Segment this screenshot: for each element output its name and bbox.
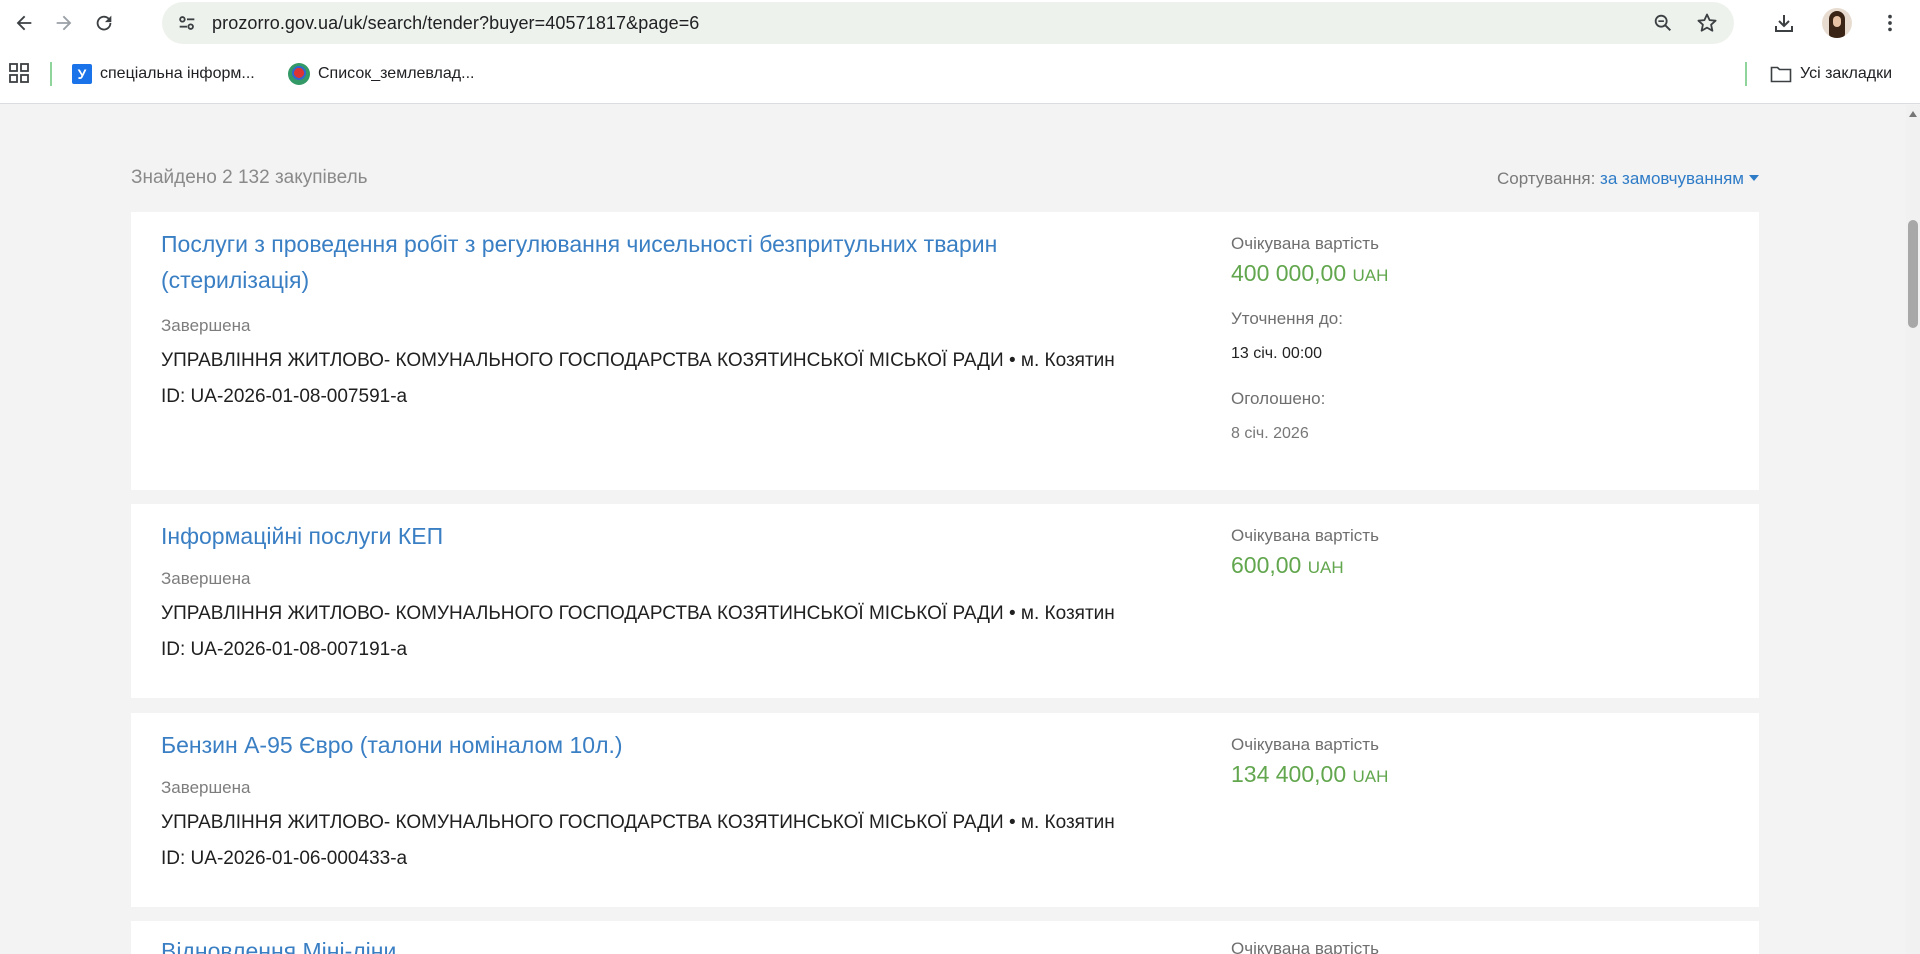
all-bookmarks-label: Усі закладки (1800, 65, 1893, 82)
announced-value: 8 січ. 2026 (1231, 425, 1309, 442)
scroll-up-arrow-icon[interactable] (1909, 111, 1917, 117)
expected-cost-label: Очікувана вартість (1231, 735, 1379, 754)
tender-status: Завершена (161, 778, 251, 797)
page-scrollbar[interactable] (1906, 105, 1920, 954)
announced-label: Оголошено: (1231, 389, 1326, 408)
url-text[interactable]: prozorro.gov.ua/uk/search/tender?buyer=4… (212, 13, 699, 34)
site-settings-icon[interactable] (176, 12, 198, 34)
forward-icon[interactable] (44, 3, 84, 43)
expected-cost-label: Очікувана вартість (1231, 234, 1379, 253)
bookmarks-bar: У спеціальна інформ... Список_землевлад.… (0, 46, 1920, 104)
tender-side-info: Очікувана вартість 400 000,00 UAH Уточне… (1231, 234, 1388, 443)
star-icon[interactable] (1694, 10, 1720, 36)
expected-cost-value: 400 000,00 UAH (1231, 260, 1389, 286)
profile-avatar[interactable] (1822, 8, 1852, 38)
clarify-until-value: 13 січ. 00:00 (1231, 345, 1323, 362)
tender-side-info: Очікувана вартість 134 400,00 UAH (1231, 735, 1388, 788)
sort-label: Сортування: (1497, 169, 1596, 188)
bookmark-label: Список_землевлад... (318, 65, 475, 82)
wiki-favicon-icon (288, 63, 310, 85)
expected-cost-value: 600,00 UAH (1231, 552, 1344, 578)
bookmarks-divider (1745, 62, 1747, 86)
tender-side-info: Очікувана вартість 600,00 UAH (1231, 526, 1379, 579)
page-content: Знайдено 2 132 закупівель Сортування: за… (0, 105, 1906, 954)
folder-icon (1770, 65, 1792, 83)
apps-icon[interactable] (8, 62, 30, 84)
tender-card: Бензин А-95 Євро (талони номіналом 10л.)… (131, 713, 1759, 907)
back-icon[interactable] (4, 3, 44, 43)
tender-side-info: Очікувана вартість (1231, 939, 1379, 954)
bookmark-item[interactable]: У спеціальна інформ... (72, 61, 255, 87)
tender-id: ID: UA-2026-01-08-007591-a (161, 386, 408, 407)
tender-card: Інформаційні послуги КЕП Завершена УПРАВ… (131, 504, 1759, 698)
tender-title-link[interactable]: Бензин А-95 Євро (талони номіналом 10л.) (161, 727, 1061, 763)
bookmarks-divider (50, 62, 52, 86)
expected-cost-value: 134 400,00 UAH (1231, 761, 1389, 787)
expected-cost-label: Очікувана вартість (1231, 526, 1379, 545)
tender-buyer: УПРАВЛІННЯ ЖИТЛОВО- КОМУНАЛЬНОГО ГОСПОДА… (161, 350, 1115, 371)
tender-title-link[interactable]: Послуги з проведення робіт з регулювання… (161, 226, 1061, 298)
tender-title-link[interactable]: Відновлення Міні-ліни... (161, 933, 1061, 954)
tender-card: Відновлення Міні-ліни... Очікувана варті… (131, 921, 1759, 954)
tender-buyer: УПРАВЛІННЯ ЖИТЛОВО- КОМУНАЛЬНОГО ГОСПОДА… (161, 812, 1115, 833)
bookmark-item[interactable]: Список_землевлад... (288, 61, 474, 87)
menu-icon[interactable] (1874, 5, 1906, 41)
all-bookmarks[interactable]: Усі закладки (1770, 61, 1892, 87)
scrollbar-thumb[interactable] (1908, 220, 1918, 328)
download-icon[interactable] (1768, 5, 1800, 41)
tender-status: Завершена (161, 316, 251, 335)
tender-id: ID: UA-2026-01-06-000433-a (161, 848, 408, 869)
browser-toolbar: prozorro.gov.ua/uk/search/tender?buyer=4… (0, 0, 1920, 46)
results-count: Знайдено 2 132 закупівель (131, 167, 368, 188)
bookmark-favicon: У (72, 64, 92, 84)
tender-buyer: УПРАВЛІННЯ ЖИТЛОВО- КОМУНАЛЬНОГО ГОСПОДА… (161, 603, 1115, 624)
tender-title-link[interactable]: Інформаційні послуги КЕП (161, 518, 1061, 554)
tender-id: ID: UA-2026-01-08-007191-a (161, 639, 408, 660)
sort-dropdown[interactable]: за замовчуванням (1600, 169, 1759, 188)
expected-cost-label: Очікувана вартість (1231, 939, 1379, 954)
caret-down-icon (1749, 175, 1759, 181)
results-header: Знайдено 2 132 закупівель Сортування: за… (131, 167, 1759, 193)
bookmark-label: спеціальна інформ... (100, 65, 255, 82)
reload-icon[interactable] (84, 3, 124, 43)
clarify-until-label: Уточнення до: (1231, 309, 1343, 328)
zoom-icon[interactable] (1650, 10, 1676, 36)
address-bar[interactable]: prozorro.gov.ua/uk/search/tender?buyer=4… (162, 2, 1734, 44)
sort-control: Сортування: за замовчуванням (1497, 169, 1759, 189)
tender-card: Послуги з проведення робіт з регулювання… (131, 212, 1759, 490)
tender-status: Завершена (161, 569, 251, 588)
